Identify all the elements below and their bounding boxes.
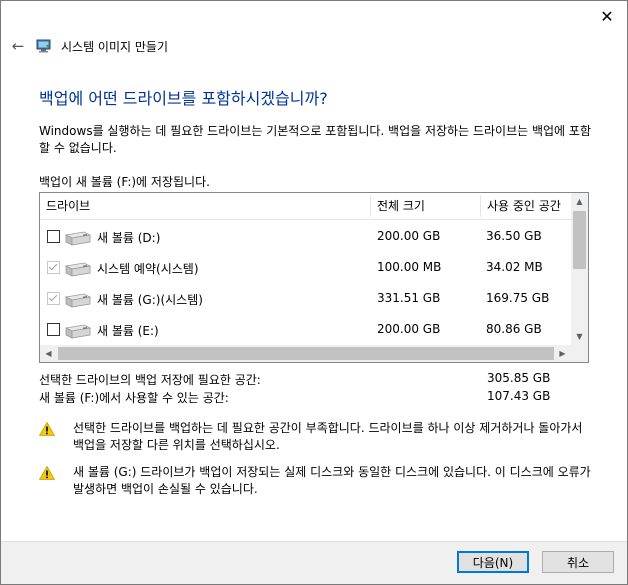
page-description: Windows를 실행하는 데 필요한 드라이브는 기본적으로 포함됩니다. 백…	[39, 124, 591, 155]
horizontal-scrollbar[interactable]: ◀ ▶	[40, 345, 571, 362]
drive-icon	[64, 324, 92, 339]
next-button[interactable]: 다음(N)	[457, 551, 529, 573]
drive-row[interactable]: 새 볼륨 (D:) 200.00 GB 36.50 GB	[40, 222, 574, 253]
column-total-size[interactable]: 전체 크기	[371, 193, 425, 219]
drive-checkbox[interactable]	[47, 230, 60, 243]
available-space-value: 107.43 GB	[487, 389, 551, 403]
warning-text: 새 볼륨 (G:) 드라이브가 백업이 저장되는 실제 디스크와 동일한 디스크…	[73, 465, 591, 496]
drive-used-space: 169.75 GB	[486, 291, 550, 305]
drive-name: 새 볼륨 (D:)	[97, 231, 161, 245]
title-row: ← 시스템 이미지 만들기	[9, 35, 168, 57]
backup-destination-text: 백업이 새 볼륨 (F:)에 저장됩니다.	[39, 175, 210, 189]
drive-checkbox	[47, 261, 60, 274]
drive-row[interactable]: 새 볼륨 (G:)(시스템) 331.51 GB 169.75 GB	[40, 284, 574, 315]
drive-total-size: 200.00 GB	[377, 229, 441, 243]
page-heading: 백업에 어떤 드라이브를 포함하시겠습니까?	[39, 89, 328, 108]
close-icon: ✕	[600, 6, 614, 26]
drive-list[interactable]: ⌃ 드라이브 전체 크기 사용 중인 공간 새 볼륨 (D:) 200.00 GB…	[39, 192, 589, 363]
close-button[interactable]: ✕	[593, 3, 621, 29]
drive-used-space: 34.02 MB	[486, 260, 543, 274]
drive-checkbox[interactable]	[47, 323, 60, 336]
drive-checkbox	[47, 292, 60, 305]
column-drive[interactable]: 드라이브	[40, 193, 90, 219]
column-used-space[interactable]: 사용 중인 공간	[481, 193, 561, 219]
drive-name: 시스템 예약(시스템)	[97, 262, 199, 276]
cancel-button[interactable]: 취소	[542, 551, 614, 573]
drive-used-space: 36.50 GB	[486, 229, 542, 243]
required-space-label: 선택한 드라이브의 백업 저장에 필요한 공간:	[39, 373, 261, 387]
button-bar: 다음(N) 취소	[1, 541, 627, 584]
vertical-scroll-thumb[interactable]	[573, 211, 586, 269]
warning-insufficient-space: 선택한 드라이브를 백업하는 데 필요한 공간이 부족합니다. 드라이브를 하나…	[39, 420, 599, 456]
sort-indicator-icon: ⌃	[200, 192, 209, 198]
warning-icon	[39, 422, 55, 436]
warning-same-disk: 새 볼륨 (G:) 드라이브가 백업이 저장되는 실제 디스크와 동일한 디스크…	[39, 464, 599, 500]
column-header: ⌃ 드라이브 전체 크기 사용 중인 공간	[40, 193, 574, 220]
scrollbar-corner	[571, 345, 588, 362]
drive-icon	[64, 293, 92, 308]
drive-total-size: 100.00 MB	[377, 260, 442, 274]
dialog-window: ✕ ← 시스템 이미지 만들기 백업에 어떤 드라이브를 포함하시겠습니까? W…	[0, 0, 628, 585]
drive-name: 새 볼륨 (E:)	[97, 324, 159, 338]
scroll-up-icon[interactable]: ▲	[571, 193, 588, 210]
drive-row[interactable]: 새 볼륨 (E:) 200.00 GB 80.86 GB	[40, 315, 574, 346]
drive-used-space: 80.86 GB	[486, 322, 542, 336]
drive-total-size: 331.51 GB	[377, 291, 441, 305]
drive-row[interactable]: 시스템 예약(시스템) 100.00 MB 34.02 MB	[40, 253, 574, 284]
drive-icon	[64, 231, 92, 246]
back-arrow-icon: ←	[11, 37, 25, 55]
horizontal-scroll-thumb[interactable]	[58, 347, 554, 360]
drive-name: 새 볼륨 (G:)(시스템)	[97, 293, 203, 307]
scroll-right-icon[interactable]: ▶	[554, 345, 571, 362]
warning-text: 선택한 드라이브를 백업하는 데 필요한 공간이 부족합니다. 드라이브를 하나…	[73, 421, 583, 452]
scroll-down-icon[interactable]: ▼	[571, 328, 588, 345]
warning-icon	[39, 466, 55, 480]
vertical-scrollbar[interactable]: ▲ ▼	[571, 193, 588, 345]
available-space-label: 새 볼륨 (F:)에서 사용할 수 있는 공간:	[39, 391, 229, 405]
window-title: 시스템 이미지 만들기	[61, 39, 168, 54]
drive-icon	[64, 262, 92, 277]
scroll-left-icon[interactable]: ◀	[40, 345, 57, 362]
back-button[interactable]: ←	[9, 36, 27, 56]
drive-total-size: 200.00 GB	[377, 322, 441, 336]
backup-app-icon	[36, 39, 51, 53]
required-space-value: 305.85 GB	[487, 371, 551, 385]
